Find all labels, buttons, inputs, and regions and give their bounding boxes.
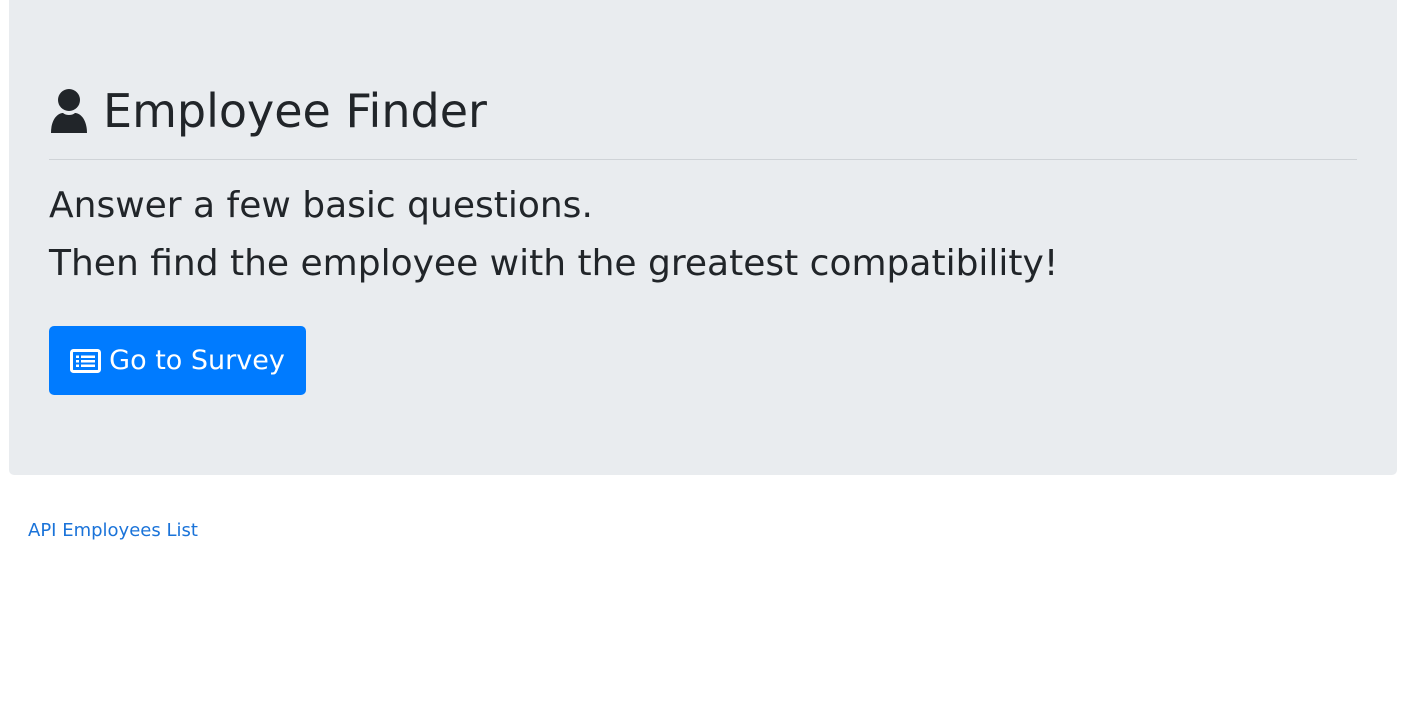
divider <box>49 159 1357 160</box>
lead-line-1: Answer a few basic questions. <box>49 185 593 226</box>
api-employees-list-link[interactable]: API Employees List <box>28 519 198 543</box>
survey-button-label: Go to Survey <box>109 345 285 376</box>
jumbotron: Employee Finder Answer a few basic quest… <box>9 0 1397 475</box>
list-alt-icon <box>70 348 102 373</box>
page-title: Employee Finder <box>103 84 487 138</box>
page-header: Employee Finder <box>49 82 487 140</box>
go-to-survey-button[interactable]: Go to Survey <box>49 326 306 395</box>
page: Employee Finder Answer a few basic quest… <box>0 0 1416 721</box>
lead-line-2: Then find the employee with the greatest… <box>49 243 1059 284</box>
user-icon <box>49 89 89 133</box>
